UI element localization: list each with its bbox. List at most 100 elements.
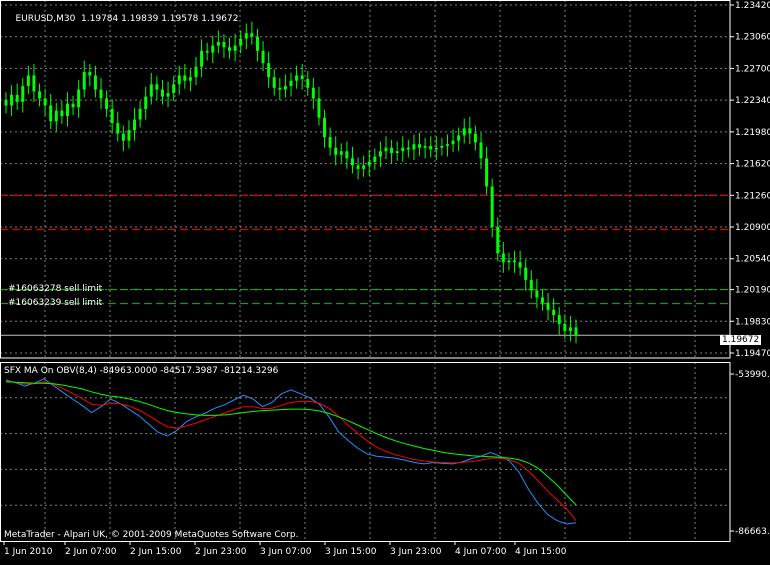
candle-body — [350, 158, 354, 166]
candle-body — [160, 89, 164, 97]
candle — [54, 102, 58, 132]
candle-body — [395, 151, 399, 154]
candle-body — [300, 75, 304, 80]
price-tick-label: 1.20540 — [735, 255, 770, 265]
price-tick-label: 1.23060 — [735, 33, 770, 43]
indicator-tick-label: -86663.1 — [735, 527, 770, 537]
candle — [513, 250, 517, 273]
candle-body — [323, 117, 327, 138]
candle — [552, 298, 556, 324]
candle-body — [10, 94, 14, 106]
candle-body — [574, 327, 578, 336]
candle-body — [563, 323, 567, 331]
candle-body — [501, 253, 505, 263]
candle — [160, 79, 164, 105]
candle-body — [418, 144, 422, 148]
candle-body — [445, 144, 449, 146]
candle — [345, 141, 349, 169]
candle-body — [188, 77, 192, 81]
candle — [138, 101, 142, 128]
candle-body — [289, 80, 293, 87]
candle — [412, 134, 416, 161]
candle — [10, 85, 14, 117]
current-price-label: 1.19672 — [720, 335, 762, 345]
candle — [479, 132, 483, 169]
price-tick-label: 1.22700 — [735, 64, 770, 74]
candle-body — [345, 151, 349, 159]
candle-body — [557, 315, 561, 324]
candle — [295, 65, 299, 89]
candle-body — [116, 123, 120, 134]
candle-body — [82, 71, 86, 90]
order-label-1[interactable]: #16063278 sell limit — [8, 284, 102, 295]
candle — [110, 99, 114, 134]
candle — [200, 39, 204, 78]
metatrader-chart-window[interactable]: 1.23420 1.23060 1.22700 1.22340 1.21980 1.216… — [0, 0, 770, 561]
candle-body — [295, 75, 299, 81]
candle-body — [401, 147, 405, 152]
candle — [574, 319, 578, 344]
candle-body — [535, 290, 539, 298]
candle — [267, 51, 271, 88]
candle-body — [155, 84, 159, 90]
candle — [362, 155, 366, 177]
time-tick-label: 3 Jun 07:00 — [260, 547, 312, 557]
candle-body — [250, 33, 254, 37]
candle-body — [568, 327, 572, 331]
candle — [32, 64, 36, 102]
candle-body — [490, 186, 494, 228]
candle — [43, 88, 47, 117]
price-tick-label: 1.20900 — [735, 223, 770, 233]
symbol-timeframe: EURUSD,M30 — [15, 14, 76, 24]
candle — [250, 21, 254, 45]
candle-body — [138, 108, 142, 120]
candle-body — [473, 133, 477, 143]
candle-body — [177, 75, 181, 85]
candle-body — [384, 147, 388, 152]
candle — [99, 78, 103, 109]
candle-body — [261, 50, 265, 64]
candle — [166, 81, 170, 108]
candle-body — [373, 156, 377, 162]
time-tick-label: 4 Jun 15:00 — [515, 547, 567, 557]
candle-body — [468, 128, 472, 134]
candle-body — [367, 161, 371, 166]
candle — [4, 92, 8, 114]
candle-body — [93, 75, 97, 90]
candle-body — [429, 145, 433, 150]
candle-body — [339, 151, 343, 155]
candle-body — [552, 309, 556, 316]
candle-body — [216, 42, 220, 46]
candle — [222, 34, 226, 58]
candle-body — [513, 260, 517, 263]
candle-body — [222, 42, 226, 48]
price-tick-label: 1.19830 — [735, 317, 770, 327]
candle-body — [15, 94, 19, 102]
candle — [300, 64, 304, 90]
candle-body — [99, 89, 103, 99]
candle-body — [54, 110, 58, 122]
candle-body — [233, 45, 237, 51]
ma-fast-line — [5, 380, 577, 522]
candle-body — [462, 128, 466, 136]
candle-body — [507, 260, 511, 263]
indicator-axis: -53990.9 -86663.1 — [730, 370, 770, 537]
candle-body — [49, 105, 53, 122]
candle — [121, 125, 125, 152]
candle — [367, 150, 371, 176]
chart-canvas[interactable]: 1.23420 1.23060 1.22700 1.22340 1.21980 1.216… — [0, 0, 770, 561]
indicator-lines — [5, 378, 577, 525]
candle — [289, 72, 293, 97]
price-tick-label: 1.21260 — [735, 191, 770, 201]
candle — [127, 120, 131, 149]
candle — [15, 83, 19, 110]
candle-body — [451, 140, 455, 145]
candle-body — [524, 267, 528, 280]
candle — [557, 307, 561, 335]
candle — [473, 125, 477, 151]
order-label-2[interactable]: #16063239 sell limit — [8, 298, 102, 309]
candle-body — [457, 135, 461, 141]
candle — [133, 108, 137, 141]
candle — [82, 60, 86, 98]
candle — [507, 252, 511, 271]
